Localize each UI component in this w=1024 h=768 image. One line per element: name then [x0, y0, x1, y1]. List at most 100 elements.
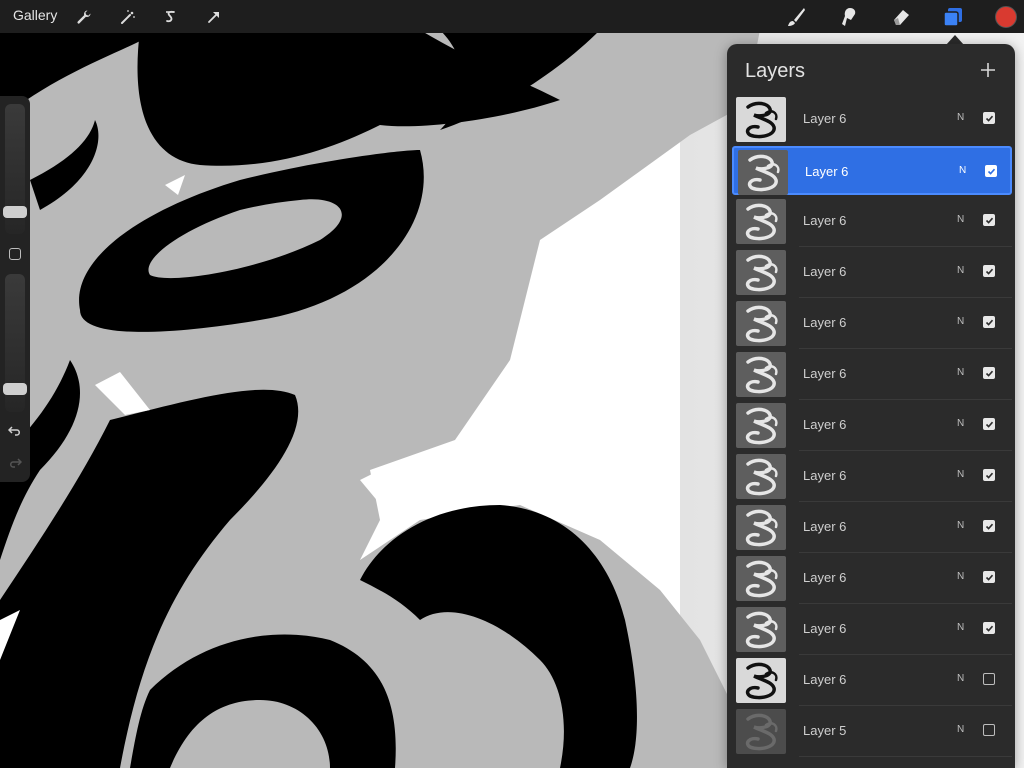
selection-icon[interactable]	[159, 5, 183, 29]
layer-row[interactable]: Layer 6 N	[732, 95, 1012, 144]
eraser-icon[interactable]	[888, 4, 914, 30]
plus-icon[interactable]	[976, 58, 1000, 82]
layer-visibility-checkbox[interactable]	[985, 165, 997, 177]
layer-divider	[799, 552, 1012, 553]
layer-divider	[799, 246, 1012, 247]
layer-row[interactable]: Layer 5 N	[732, 707, 1012, 757]
layer-visibility-checkbox[interactable]	[983, 112, 995, 124]
layer-thumbnail	[736, 709, 786, 754]
undo-icon[interactable]	[6, 422, 24, 440]
layers-panel: Layers Layer 6 N Layer 6 N Layer 6 N Layer 6NL…	[727, 44, 1015, 768]
layers-icon[interactable]	[940, 4, 966, 30]
layer-blend-mode[interactable]: N	[957, 673, 964, 684]
layer-name: Layer 6	[803, 468, 847, 483]
layer-blend-mode[interactable]: N	[957, 214, 964, 225]
layer-name: Layer 6	[803, 111, 847, 126]
layer-row[interactable]: Layer 6 N	[732, 656, 1012, 706]
layer-divider	[799, 348, 1012, 349]
layer-thumbnail	[736, 454, 786, 499]
actions-icon[interactable]	[72, 5, 96, 29]
layer-visibility-checkbox[interactable]	[983, 724, 995, 736]
checkmark-icon	[985, 625, 993, 632]
layer-row[interactable]: Layer 6 N	[732, 350, 1012, 400]
layer-blend-mode[interactable]: N	[957, 265, 964, 276]
layer-visibility-checkbox[interactable]	[983, 265, 995, 277]
layer-blend-mode[interactable]: N	[957, 724, 964, 735]
layer-blend-mode[interactable]: N	[957, 520, 964, 531]
checkmark-icon	[987, 168, 995, 175]
modify-button[interactable]	[9, 248, 21, 260]
layer-thumbnail	[736, 658, 786, 703]
layer-thumbnail	[736, 301, 786, 346]
layer-visibility-checkbox[interactable]	[983, 673, 995, 685]
layer-thumbnail	[736, 556, 786, 601]
layer-name: Layer 6	[803, 366, 847, 381]
checkmark-icon	[985, 574, 993, 581]
opacity-thumb[interactable]	[3, 383, 27, 395]
layer-blend-mode[interactable]: N	[957, 571, 964, 582]
layer-row[interactable]: Layer 6 N	[732, 503, 1012, 553]
layer-visibility-checkbox[interactable]	[983, 214, 995, 226]
left-sidebar	[0, 96, 30, 482]
layer-visibility-checkbox[interactable]	[983, 367, 995, 379]
layer-row[interactable]: Layer 6 N	[732, 299, 1012, 349]
layer-row[interactable]: Layer 6 N	[732, 554, 1012, 604]
layer-divider	[799, 297, 1012, 298]
layer-divider	[799, 654, 1012, 655]
top-toolbar: Gallery	[0, 0, 1024, 33]
transform-icon[interactable]	[202, 5, 226, 29]
layer-visibility-checkbox[interactable]	[983, 520, 995, 532]
checkmark-icon	[985, 268, 993, 275]
checkmark-icon	[985, 523, 993, 530]
layer-visibility-checkbox[interactable]	[983, 571, 995, 583]
layer-divider	[799, 705, 1012, 706]
redo-icon[interactable]	[6, 454, 24, 472]
layer-visibility-checkbox[interactable]	[983, 469, 995, 481]
layer-name: Layer 6	[803, 672, 847, 687]
layer-thumbnail	[736, 199, 786, 244]
checkmark-icon	[985, 472, 993, 479]
brush-size-thumb[interactable]	[3, 206, 27, 218]
layer-blend-mode[interactable]: N	[959, 165, 966, 176]
layer-thumbnail	[736, 505, 786, 550]
layer-thumbnail	[736, 250, 786, 295]
layer-name: Layer 6	[803, 417, 847, 432]
layer-row[interactable]: Layer 6 N	[732, 146, 1012, 195]
layer-name: Layer 6	[803, 570, 847, 585]
layer-divider	[799, 450, 1012, 451]
checkmark-icon	[985, 421, 993, 428]
checkmark-icon	[985, 217, 993, 224]
layer-blend-mode[interactable]: N	[957, 622, 964, 633]
layer-name: Layer 6	[803, 213, 847, 228]
layer-thumbnail	[736, 97, 786, 142]
gallery-button[interactable]: Gallery	[13, 7, 57, 23]
layer-name: Layer 6	[803, 621, 847, 636]
layer-divider	[799, 399, 1012, 400]
layer-blend-mode[interactable]: N	[957, 367, 964, 378]
opacity-slider[interactable]	[3, 274, 27, 412]
brush-icon[interactable]	[783, 4, 809, 30]
layer-visibility-checkbox[interactable]	[983, 622, 995, 634]
layers-title: Layers	[745, 60, 806, 82]
layer-visibility-checkbox[interactable]	[983, 418, 995, 430]
adjustments-icon[interactable]	[116, 5, 140, 29]
layer-row[interactable]: Layer 6 N	[732, 605, 1012, 655]
layer-row[interactable]: Layer 6 N	[732, 452, 1012, 502]
layer-visibility-checkbox[interactable]	[983, 316, 995, 328]
layer-thumbnail	[736, 352, 786, 397]
layer-thumbnail	[736, 403, 786, 448]
smudge-icon[interactable]	[835, 4, 861, 30]
layer-blend-mode[interactable]: N	[957, 316, 964, 327]
layer-name: Layer 6	[803, 264, 847, 279]
layer-blend-mode[interactable]: N	[957, 469, 964, 480]
color-picker-swatch[interactable]	[995, 6, 1017, 28]
layer-row[interactable]: Layer 6 N	[732, 197, 1012, 247]
layer-divider	[799, 501, 1012, 502]
layer-blend-mode[interactable]: N	[957, 418, 964, 429]
layer-row[interactable]: Layer 6 N	[732, 401, 1012, 451]
layer-blend-mode[interactable]: N	[957, 112, 964, 123]
layer-row[interactable]: Layer 6 N	[732, 248, 1012, 298]
layer-thumbnail	[738, 150, 788, 195]
brush-size-slider[interactable]	[3, 104, 27, 234]
layer-name: Layer 6	[805, 164, 849, 179]
